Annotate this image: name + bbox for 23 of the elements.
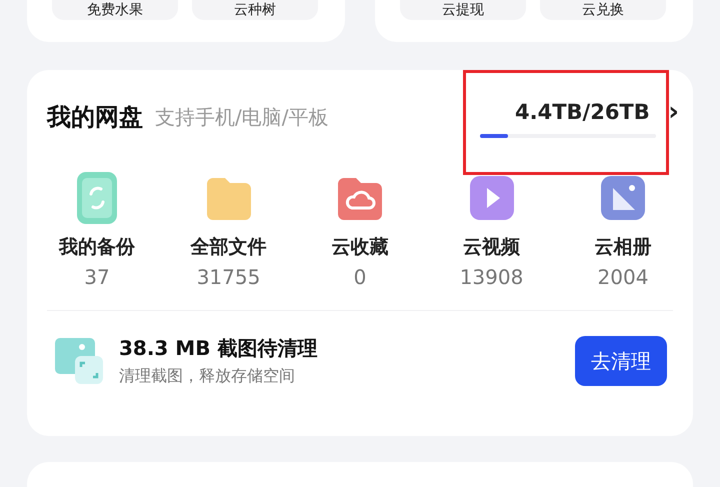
category-label[interactable]: 全部文件 [190, 234, 266, 260]
category-label[interactable]: 云收藏 [332, 234, 388, 260]
cleanup-title: 38.3 MB 截图待清理 [119, 335, 318, 361]
category-count: 2004 [598, 264, 648, 290]
shortcut-button[interactable]: 云兑换 [540, 0, 666, 20]
disk-title: 我的网盘 [47, 102, 143, 132]
category-count: 37 [84, 264, 110, 290]
category-count: 0 [354, 264, 366, 290]
screenshot-icon [55, 338, 103, 384]
phone-icon [75, 172, 119, 224]
category-label[interactable]: 云视频 [463, 234, 520, 260]
cleanup-description: 清理截图，释放存储空间 [119, 365, 296, 387]
disk-subtitle: 支持手机/电脑/平板 [155, 104, 328, 131]
category-label[interactable]: 云相册 [594, 234, 652, 260]
category-label[interactable]: 我的备份 [59, 234, 135, 260]
storage-usage: 4.4TB/26TB [515, 99, 650, 126]
chevron-icon[interactable]: › [668, 98, 679, 126]
category-count: 13908 [460, 264, 524, 290]
category-count: 31755 [196, 264, 260, 290]
shortcut-button[interactable]: 云提现 [400, 0, 526, 20]
shortcut-button[interactable]: 云种树 [192, 0, 318, 20]
cleanup-button[interactable]: 去清理 [575, 336, 667, 386]
shortcut-button[interactable]: 免费水果 [52, 0, 178, 20]
